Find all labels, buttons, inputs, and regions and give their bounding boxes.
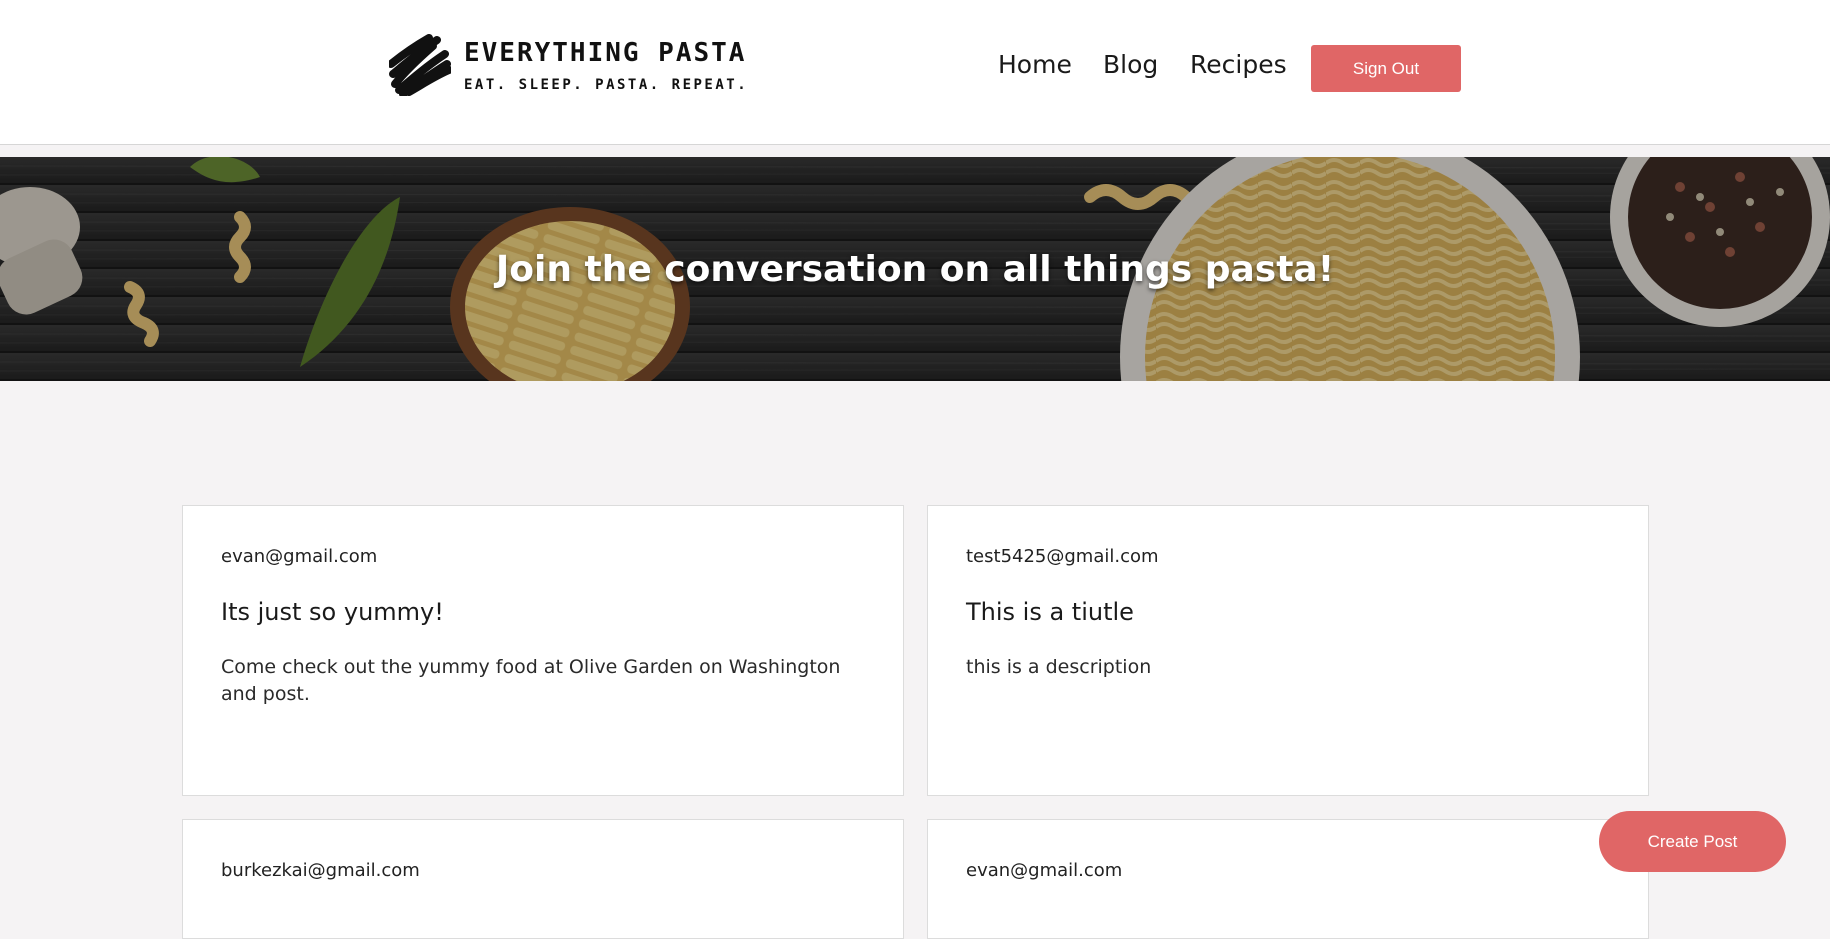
post-body: this is a description: [966, 656, 1152, 678]
nav-link-home[interactable]: Home: [998, 50, 1072, 79]
post-card[interactable]: burkezkai@gmail.com: [182, 819, 904, 939]
create-post-button[interactable]: Create Post: [1599, 811, 1786, 872]
post-author: evan@gmail.com: [221, 546, 378, 567]
post-card[interactable]: evan@gmail.com Its just so yummy! Come c…: [182, 505, 904, 796]
brand-tagline: EAT. SLEEP. PASTA. REPEAT.: [464, 77, 749, 93]
post-author: burkezkai@gmail.com: [221, 860, 420, 881]
hero-title: Join the conversation on all things past…: [495, 249, 1335, 290]
post-card[interactable]: evan@gmail.com: [927, 819, 1649, 939]
nav-link-recipes[interactable]: Recipes: [1190, 50, 1287, 79]
brush-scribble-icon: [389, 34, 451, 96]
post-card[interactable]: test5425@gmail.com This is a tiutle this…: [927, 505, 1649, 796]
post-author: evan@gmail.com: [966, 860, 1123, 881]
brand-title: EVERYTHING PASTA: [464, 38, 747, 68]
post-title: Its just so yummy!: [221, 598, 444, 626]
sign-out-button[interactable]: Sign Out: [1311, 45, 1461, 92]
post-title: This is a tiutle: [966, 598, 1134, 626]
brand-logo[interactable]: EVERYTHING PASTA EAT. SLEEP. PASTA. REPE…: [389, 34, 746, 98]
post-author: test5425@gmail.com: [966, 546, 1159, 567]
site-header: EVERYTHING PASTA EAT. SLEEP. PASTA. REPE…: [0, 0, 1830, 145]
post-body: Come check out the yummy food at Olive G…: [221, 656, 841, 705]
nav-link-blog[interactable]: Blog: [1103, 50, 1158, 79]
hero-banner: Join the conversation on all things past…: [0, 157, 1830, 381]
